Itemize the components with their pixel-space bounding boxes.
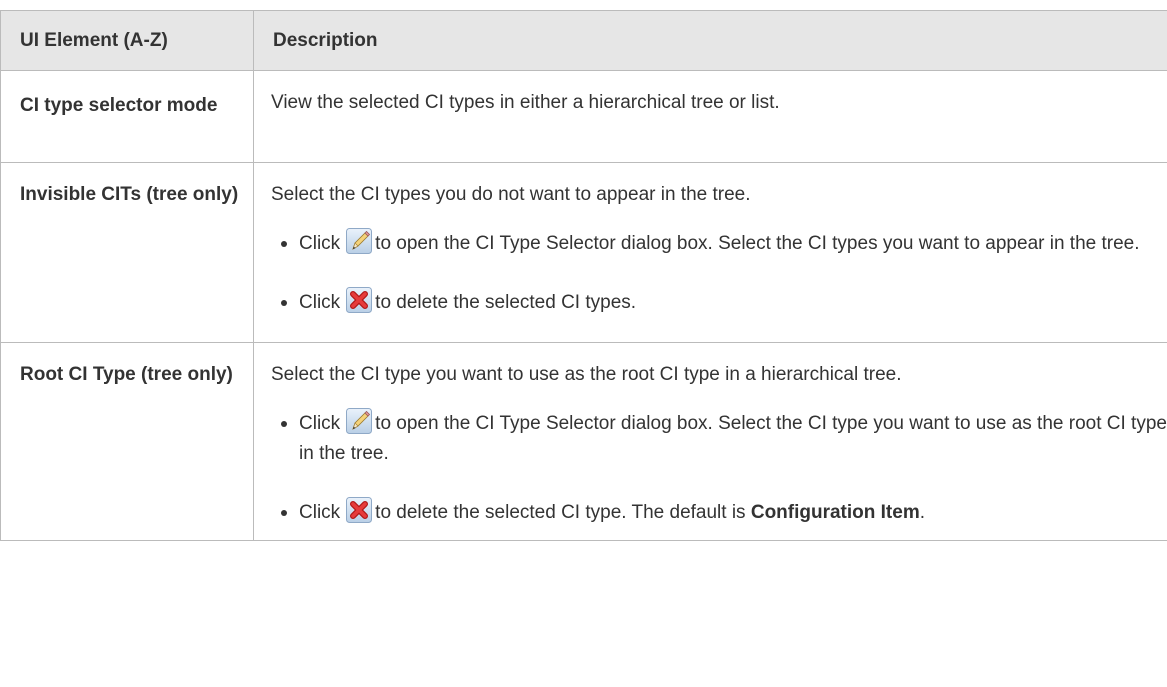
row-name: Root CI Type (tree only)	[0, 342, 254, 541]
red-x-delete-icon[interactable]	[346, 497, 373, 523]
list-item: Click	[271, 408, 1167, 469]
bullet-text-after: to delete the selected CI type. The defa…	[375, 502, 746, 523]
pencil-edit-icon[interactable]	[346, 408, 373, 434]
table-header-row: UI Element (A-Z) Description	[0, 10, 1167, 71]
table-row: Invisible CITs (tree only) Select the CI…	[0, 162, 1167, 343]
bullet-text-before: Click	[299, 233, 341, 254]
row-description: Select the CI type you want to use as th…	[253, 342, 1167, 541]
table-row: CI type selector mode View the selected …	[0, 70, 1167, 163]
bullet-text-after: to delete the selected CI types.	[375, 292, 637, 313]
bullet-text-before: Click	[299, 413, 341, 434]
row-name: Invisible CITs (tree only)	[0, 162, 254, 343]
bullet-text-after: to open the CI Type Selector dialog box.…	[299, 413, 1167, 464]
table-row: Root CI Type (tree only) Select the CI t…	[0, 342, 1167, 541]
bullet-text-before: Click	[299, 502, 341, 523]
row-intro: Select the CI types you do not want to a…	[271, 184, 751, 205]
row-description: Select the CI types you do not want to a…	[253, 162, 1167, 343]
list-item: Click	[271, 497, 1167, 528]
bullet-text-after: to open the CI Type Selector dialog box.…	[375, 233, 1140, 254]
bullet-text-end: .	[919, 502, 926, 523]
bullet-text-before: Click	[299, 292, 341, 313]
row-name: CI type selector mode	[0, 70, 254, 163]
header-description: Description	[253, 10, 1167, 71]
bullet-list: Click to open the CI Type Selector dialo…	[271, 228, 1167, 318]
header-ui-element: UI Element (A-Z)	[0, 10, 254, 71]
row-intro: Select the CI type you want to use as th…	[271, 364, 902, 385]
bullet-list: Click to open the CI Type Selector dialo…	[271, 408, 1167, 528]
row-description: View the selected CI types in either a h…	[253, 70, 1167, 163]
pencil-edit-icon[interactable]	[346, 228, 373, 254]
default-value: Configuration Item	[750, 502, 920, 523]
list-item: Click	[271, 228, 1167, 259]
ui-elements-table: UI Element (A-Z) Description CI type sel…	[0, 10, 1167, 541]
red-x-delete-icon[interactable]	[346, 287, 373, 313]
list-item: Click	[271, 287, 1167, 318]
